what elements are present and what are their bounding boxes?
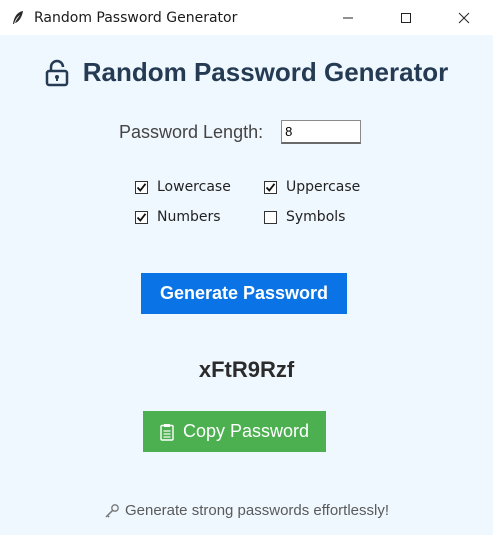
copy-password-button[interactable]: Copy Password xyxy=(143,411,326,452)
lowercase-label: Lowercase xyxy=(157,179,231,195)
password-length-row: Password Length: xyxy=(119,120,362,144)
generate-password-button[interactable]: Generate Password xyxy=(141,273,347,314)
window-titlebar: Random Password Generator xyxy=(0,0,493,35)
lowercase-checkbox[interactable]: Lowercase xyxy=(135,179,264,195)
feather-icon xyxy=(9,9,27,27)
close-button[interactable] xyxy=(435,0,493,35)
page-title: Random Password Generator xyxy=(82,57,449,87)
uppercase-checkbox-box[interactable] xyxy=(264,180,277,194)
uppercase-checkbox[interactable]: Uppercase xyxy=(264,179,374,195)
minimize-button[interactable] xyxy=(319,0,377,35)
password-length-label: Password Length: xyxy=(119,121,264,142)
numbers-label: Numbers xyxy=(157,209,221,225)
symbols-label: Symbols xyxy=(286,209,346,225)
main-panel: Random Password Generator Password Lengt… xyxy=(0,35,493,535)
copy-password-label: Copy Password xyxy=(182,421,310,441)
page-heading: Random Password Generator xyxy=(0,57,493,88)
numbers-checkbox[interactable]: Numbers xyxy=(135,209,264,225)
numbers-checkbox-box[interactable] xyxy=(135,210,148,224)
options-group: Lowercase Uppercase Numbers Symbols xyxy=(135,179,374,225)
symbols-checkbox-box[interactable] xyxy=(264,210,277,224)
maximize-button[interactable] xyxy=(377,0,435,35)
lock-icon xyxy=(45,59,69,87)
generated-password: xFtR9Rzf xyxy=(198,357,295,382)
window-controls xyxy=(319,0,493,35)
uppercase-label: Uppercase xyxy=(286,179,361,195)
window-title: Random Password Generator xyxy=(34,9,238,26)
password-length-input[interactable] xyxy=(281,120,362,144)
lowercase-checkbox-box[interactable] xyxy=(135,180,148,194)
symbols-checkbox[interactable]: Symbols xyxy=(264,209,374,225)
footer-text: Generate strong passwords effortlessly! xyxy=(124,502,390,519)
key-icon xyxy=(104,503,120,519)
footer-tagline: Generate strong passwords effortlessly! xyxy=(0,502,493,519)
clipboard-icon xyxy=(160,423,174,441)
